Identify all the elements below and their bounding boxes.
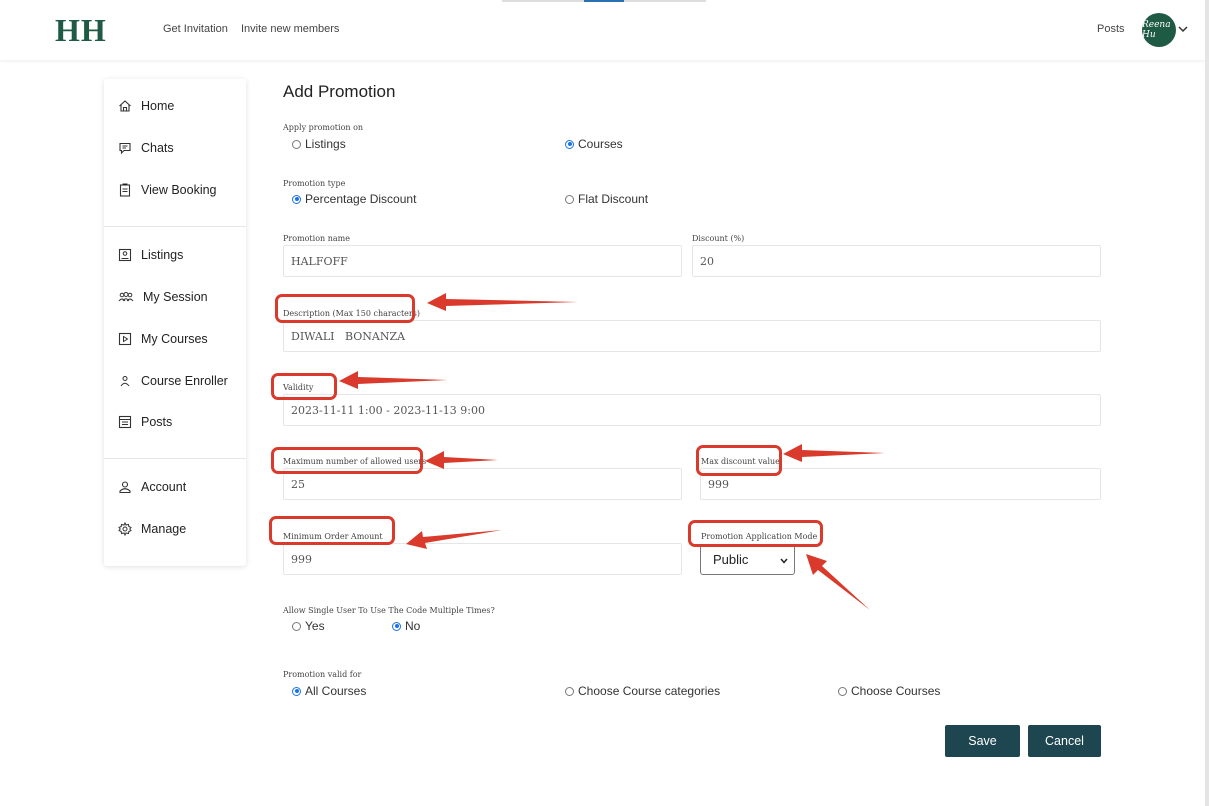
scrollbar[interactable]	[1205, 0, 1209, 806]
sidebar-item-my-courses[interactable]: My Courses	[118, 332, 208, 346]
radio-flat-discount[interactable]: Flat Discount	[565, 192, 648, 206]
cancel-button[interactable]: Cancel	[1028, 725, 1101, 757]
sidebar-item-view-booking[interactable]: View Booking	[118, 183, 217, 197]
get-invitation-link[interactable]: Get Invitation	[163, 23, 228, 35]
avatar[interactable]: Reena Hu	[1142, 13, 1176, 47]
discount-input[interactable]: 20	[692, 245, 1101, 277]
discount-label: Discount (%)	[692, 234, 745, 243]
valid-for-label: Promotion valid for	[283, 670, 362, 679]
radio-label: Yes	[305, 619, 325, 633]
clipboard-icon	[119, 183, 131, 197]
annotation-arrow	[806, 554, 870, 610]
radio-choose-courses[interactable]: Choose Courses	[838, 684, 940, 698]
annotation-arrow	[339, 371, 448, 389]
radio-courses[interactable]: Courses	[565, 137, 623, 151]
listing-icon	[118, 248, 132, 262]
radio-choose-categories[interactable]: Choose Course categories	[565, 684, 720, 698]
sidebar-divider	[104, 226, 246, 227]
promo-name-input[interactable]: HALFOFF	[283, 245, 682, 277]
radio-yes[interactable]: Yes	[292, 619, 325, 633]
sidebar-item-label: Manage	[141, 522, 187, 536]
annotation-box-validity	[271, 373, 337, 400]
radio-label: Choose Courses	[851, 684, 941, 698]
user-icon	[120, 376, 130, 387]
gear-icon	[118, 522, 132, 536]
play-square-icon	[118, 332, 132, 346]
sidebar-item-label: Chats	[141, 141, 174, 155]
chevron-down-icon	[780, 558, 788, 564]
radio-no[interactable]: No	[392, 619, 420, 633]
annotation-box-max-users	[271, 447, 423, 474]
sidebar-item-home[interactable]: Home	[118, 99, 174, 113]
annotation-box-min-order	[269, 516, 395, 545]
chevron-down-icon[interactable]	[1178, 24, 1188, 34]
sidebar-item-label: Home	[141, 99, 175, 113]
radio-label: Percentage Discount	[305, 192, 417, 206]
sidebar-item-label: Posts	[141, 415, 173, 429]
brand-logo[interactable]: HH	[55, 12, 107, 49]
promo-type-label: Promotion type	[283, 179, 346, 188]
account-icon	[119, 481, 131, 494]
chat-icon	[119, 142, 131, 155]
radio-label: Choose Course categories	[578, 684, 721, 698]
sidebar-item-manage[interactable]: Manage	[118, 522, 186, 536]
posts-icon	[118, 415, 132, 429]
app-mode-select[interactable]: Public	[700, 544, 795, 575]
annotation-arrow	[427, 293, 578, 311]
header-posts-link[interactable]: Posts	[1097, 23, 1125, 35]
annotation-box-app-mode	[688, 520, 823, 547]
sidebar-item-account[interactable]: Account	[118, 480, 186, 494]
radio-listings[interactable]: Listings	[292, 137, 346, 151]
sidebar-item-label: Listings	[141, 248, 184, 262]
annotation-box-description	[275, 294, 415, 323]
sidebar-item-my-session[interactable]: My Session	[118, 290, 208, 304]
sidebar-item-label: Course Enroller	[141, 374, 228, 388]
sidebar-item-listings[interactable]: Listings	[118, 248, 183, 262]
select-value: Public	[713, 552, 749, 567]
sidebar-item-label: My Session	[143, 290, 208, 304]
sidebar-divider	[104, 458, 246, 459]
sidebar: Home Chats View Booking Listings My Sess…	[104, 79, 246, 566]
validity-input[interactable]: 2023-11-11 1:00 - 2023-11-13 9:00	[283, 394, 1101, 426]
radio-label: Flat Discount	[578, 192, 649, 206]
invite-members-link[interactable]: Invite new members	[241, 23, 339, 35]
sidebar-item-label: My Courses	[141, 332, 208, 346]
sidebar-item-label: Account	[141, 480, 187, 494]
radio-percentage-discount[interactable]: Percentage Discount	[292, 192, 416, 206]
annotation-box-max-discount	[696, 445, 782, 476]
radio-label: Listings	[305, 137, 346, 151]
sidebar-item-posts[interactable]: Posts	[118, 415, 172, 429]
top-header: HH Get Invitation Invite new members Pos…	[0, 0, 1209, 60]
radio-label: All Courses	[305, 684, 367, 698]
min-order-input[interactable]: 999	[283, 543, 682, 575]
multi-use-label: Allow Single User To Use The Code Multip…	[283, 606, 495, 615]
sidebar-item-course-enroller[interactable]: Course Enroller	[118, 374, 228, 388]
annotation-arrow	[425, 451, 498, 469]
page-title: Add Promotion	[283, 82, 396, 101]
promo-name-label: Promotion name	[283, 234, 350, 243]
annotation-arrow	[783, 444, 885, 462]
tab-indicator	[502, 0, 706, 2]
radio-all-courses[interactable]: All Courses	[292, 684, 366, 698]
radio-label: Courses	[578, 137, 623, 151]
save-button[interactable]: Save	[945, 725, 1020, 757]
sidebar-item-chats[interactable]: Chats	[118, 141, 174, 155]
home-icon	[119, 100, 131, 112]
radio-label: No	[405, 619, 421, 633]
group-icon	[118, 292, 134, 302]
apply-on-label: Apply promotion on	[283, 123, 364, 132]
sidebar-item-label: View Booking	[141, 183, 217, 197]
description-input[interactable]: DIWALI BONANZA	[283, 320, 1101, 352]
